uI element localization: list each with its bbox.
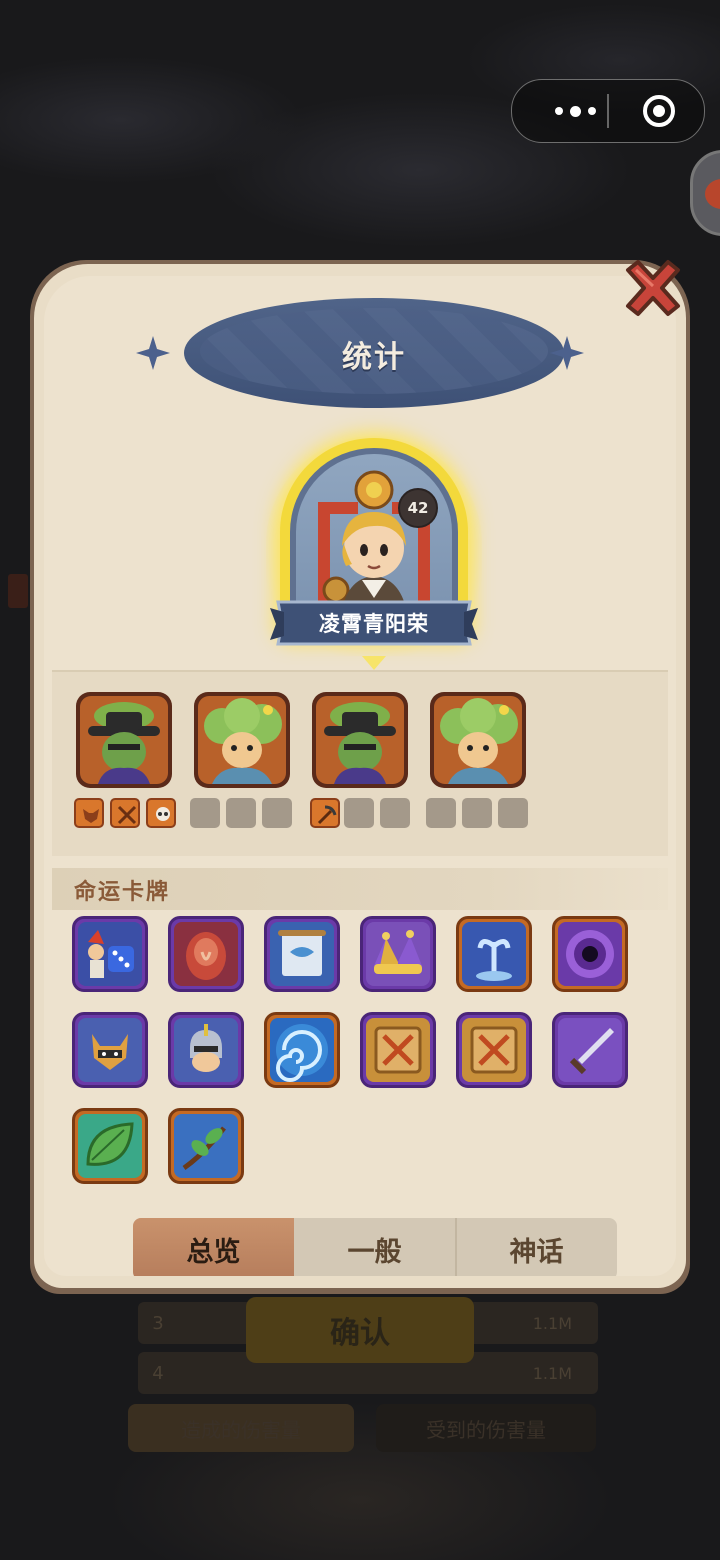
fate-card[interactable]: [360, 1012, 436, 1088]
fate-card[interactable]: [552, 916, 628, 992]
jester-hat-icon: [374, 930, 422, 974]
hero-character-icon: [318, 470, 430, 618]
crossed-weapons-icon: [117, 805, 137, 825]
fate-card[interactable]: [264, 1012, 340, 1088]
tab-overview[interactable]: 总览: [133, 1218, 294, 1276]
leaf-branch-icon: [182, 1126, 226, 1171]
empty-equipment-slot[interactable]: [226, 798, 256, 828]
skull-icon: [156, 807, 170, 821]
fate-card[interactable]: [456, 1012, 532, 1088]
witch-goblin-icon: [324, 702, 396, 784]
confirm-button: 确认: [246, 1297, 474, 1363]
empty-equipment-slot[interactable]: [344, 798, 374, 828]
red-gem-icon: [186, 932, 226, 980]
crossed-swords-crate-icon: [374, 1026, 422, 1074]
team-character-card[interactable]: [312, 692, 408, 788]
blade-icon: [569, 1028, 614, 1075]
rank-value: 1.1M: [532, 1363, 572, 1383]
fate-card[interactable]: [72, 1012, 148, 1088]
damage-taken-tab: 受到的伤害量: [376, 1404, 596, 1452]
miniprogram-capsule: [511, 79, 705, 143]
fate-card[interactable]: [72, 1108, 148, 1184]
leaf-elf-icon: [440, 698, 518, 784]
hero-portrait: [296, 454, 452, 618]
capsule-divider: [607, 94, 609, 128]
dialog-panel: 42 凌霄青阳荣 统计 命运卡牌 总览 一般 神话: [44, 276, 676, 1276]
tab-mythic[interactable]: 神话: [456, 1218, 617, 1276]
expand-arrow-icon[interactable]: [360, 654, 388, 672]
fate-card[interactable]: [360, 916, 436, 992]
fate-card[interactable]: [264, 916, 340, 992]
water-fountain-icon: [476, 939, 512, 981]
fox-knight-icon: [92, 1034, 128, 1070]
statistics-dialog: 42 凌霄青阳荣 统计 命运卡牌 总览 一般 神话: [30, 232, 690, 1294]
fate-card[interactable]: [72, 916, 148, 992]
fate-card[interactable]: [552, 1012, 628, 1088]
rank-number: 4: [152, 1362, 164, 1384]
green-leaf-icon: [86, 1122, 134, 1166]
close-x-icon[interactable]: [620, 256, 686, 322]
empty-equipment-slot[interactable]: [380, 798, 410, 828]
empty-equipment-slot[interactable]: [426, 798, 456, 828]
empty-equipment-slot[interactable]: [462, 798, 492, 828]
team-character-card[interactable]: [76, 692, 172, 788]
more-dots-icon[interactable]: [542, 80, 608, 142]
black-hole-icon: [566, 930, 614, 978]
hero-level-badge: 42: [398, 488, 438, 528]
fate-card[interactable]: [168, 1108, 244, 1184]
hero-name: 凌霄青阳荣: [319, 612, 429, 636]
equipment-slot[interactable]: [310, 798, 340, 828]
background-side-marker: [8, 574, 28, 608]
sparkle-icon: [136, 336, 170, 370]
helmet-knight-icon: [190, 1024, 222, 1072]
empty-equipment-slot[interactable]: [262, 798, 292, 828]
fate-card[interactable]: [168, 1012, 244, 1088]
damage-dealt-tab: 造成的伤害量: [128, 1404, 354, 1452]
rank-value: 1.1M: [532, 1313, 572, 1333]
witch-goblin-icon: [88, 702, 160, 784]
empty-equipment-slot[interactable]: [498, 798, 528, 828]
equipment-slot[interactable]: [110, 798, 140, 828]
fate-card[interactable]: [168, 916, 244, 992]
fate-section-title: 命运卡牌: [74, 880, 171, 905]
gnome-dice-icon: [88, 930, 134, 978]
crossed-swords-crate-icon: [470, 1026, 518, 1074]
pickaxe-icon: [317, 805, 337, 825]
target-circle-icon[interactable]: [641, 93, 677, 129]
fox-mask-icon: [83, 809, 99, 823]
scroll-banner-icon: [278, 930, 326, 976]
equipment-slot[interactable]: [74, 798, 104, 828]
leaf-elf-icon: [204, 698, 282, 784]
team-character-card[interactable]: [430, 692, 526, 788]
fate-card[interactable]: [456, 916, 532, 992]
dialog-title: 统计: [342, 340, 406, 375]
empty-equipment-slot[interactable]: [190, 798, 220, 828]
category-tabs: 总览 一般 神话: [133, 1218, 617, 1276]
tab-normal[interactable]: 一般: [294, 1218, 455, 1276]
whirlpool-icon: [276, 1024, 328, 1082]
rank-number: 3: [152, 1312, 164, 1334]
team-character-card[interactable]: [194, 692, 290, 788]
equipment-slot[interactable]: [146, 798, 176, 828]
